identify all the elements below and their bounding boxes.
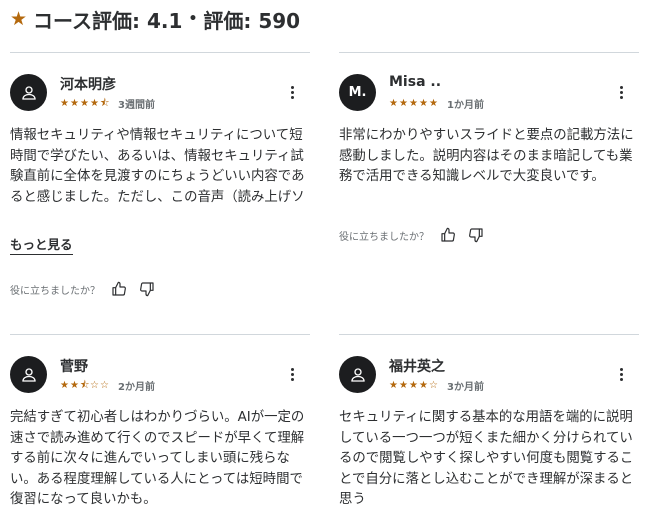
review-card: 福井英之 ★ ★ ★ ★ ☆ 3か月前 セキュリティに関する基本的な用語を端的に…	[339, 334, 639, 513]
thumbs-down-icon[interactable]	[138, 280, 156, 298]
star-rating: ★ ★ ★ ★ ⯪	[60, 97, 110, 109]
review-text: セキュリティに関する基本的な用語を端的に説明している一つ一つが短くまた細かく分け…	[339, 410, 634, 507]
star-rating: ★ ★ ★ ★ ☆	[389, 379, 439, 391]
avatar	[339, 356, 376, 393]
star-icon: ★	[60, 379, 69, 391]
avatar	[10, 356, 47, 393]
avatar: M.	[339, 74, 376, 111]
empty-star-icon: ☆	[90, 379, 99, 391]
star-icon: ★	[419, 379, 428, 391]
more-options-icon[interactable]	[613, 366, 629, 382]
review-text: 完結すぎて初心者しはわかりづらい。AIが一定の速さで読み進めて行くのでスピードが…	[10, 410, 305, 507]
star-icon: ★	[409, 97, 418, 109]
separator-dot: •	[188, 11, 198, 27]
avatar	[10, 74, 47, 111]
star-rating: ★ ★ ★ ★ ★	[389, 97, 439, 109]
star-icon: ★	[90, 97, 99, 109]
review-date: 2か月前	[118, 382, 155, 393]
course-rating-label: コース評価: 4.1	[33, 8, 183, 33]
divider	[339, 334, 639, 335]
thumbs-down-icon[interactable]	[467, 226, 485, 244]
half-star-icon: ⯪	[80, 379, 90, 391]
divider	[339, 52, 639, 53]
reviewer-name: 福井英之	[389, 359, 445, 375]
half-star-icon: ⯪	[100, 97, 110, 109]
star-icon: ★	[70, 379, 79, 391]
more-options-icon[interactable]	[284, 366, 300, 382]
divider	[10, 334, 310, 335]
star-icon: ★	[409, 379, 418, 391]
user-icon	[21, 85, 36, 100]
empty-star-icon: ☆	[429, 379, 438, 391]
star-icon: ★	[10, 8, 28, 30]
review-date: 3か月前	[447, 382, 484, 393]
star-icon: ★	[80, 97, 89, 109]
user-icon	[350, 367, 365, 382]
thumbs-up-icon[interactable]	[439, 226, 457, 244]
show-more-link[interactable]: もっと見る	[10, 234, 73, 255]
star-icon: ★	[60, 97, 69, 109]
star-icon: ★	[399, 97, 408, 109]
reviewer-name: 菅野	[60, 359, 88, 375]
star-icon: ★	[70, 97, 79, 109]
helpful-label: 役に立ちましたか？	[10, 285, 100, 297]
more-options-icon[interactable]	[284, 84, 300, 100]
review-card: 河本明彦 ★ ★ ★ ★ ⯪ 3週間前 情報セキュリティや情報セキュリティについ…	[10, 52, 310, 312]
more-options-icon[interactable]	[613, 84, 629, 100]
star-icon: ★	[399, 379, 408, 391]
reviewer-name: 河本明彦	[60, 77, 116, 93]
review-meta: ★ ★ ★ ★ ⯪ 3週間前	[60, 96, 155, 111]
review-meta: ★ ★ ★ ★ ☆ 3か月前	[389, 378, 484, 393]
review-card: M. Misa .. ★ ★ ★ ★ ★ 1か月前 非常にわかりやすいスライドと…	[339, 52, 639, 262]
review-date: 1か月前	[447, 100, 484, 111]
star-icon: ★	[419, 97, 428, 109]
thumbs-up-icon[interactable]	[110, 280, 128, 298]
helpful-row: 役に立ちましたか？	[10, 280, 156, 298]
divider	[10, 52, 310, 53]
review-card: 菅野 ★ ★ ⯪ ☆ ☆ 2か月前 完結すぎて初心者しはわかりづらい。AIが一定…	[10, 334, 310, 513]
review-date: 3週間前	[118, 100, 155, 111]
star-icon: ★	[389, 379, 398, 391]
review-text: 非常にわかりやすいスライドと要点の記載方法に感動しました。説明内容はそのまま暗記…	[339, 128, 634, 184]
helpful-row: 役に立ちましたか？	[339, 226, 485, 244]
review-meta: ★ ★ ★ ★ ★ 1か月前	[389, 96, 484, 111]
rating-count-label: 評価: 590	[203, 8, 301, 33]
star-icon: ★	[389, 97, 398, 109]
review-text: 情報セキュリティや情報セキュリティについて短時間で学びたい、あるいは、情報セキュ…	[10, 128, 305, 205]
star-icon: ★	[429, 97, 438, 109]
review-meta: ★ ★ ⯪ ☆ ☆ 2か月前	[60, 378, 155, 393]
user-icon	[21, 367, 36, 382]
course-rating-header: ★ コース評価: 4.1 • 評価: 590	[10, 4, 300, 34]
reviewer-name: Misa ..	[389, 74, 442, 90]
empty-star-icon: ☆	[100, 379, 109, 391]
star-rating: ★ ★ ⯪ ☆ ☆	[60, 379, 110, 391]
helpful-label: 役に立ちましたか？	[339, 231, 429, 243]
